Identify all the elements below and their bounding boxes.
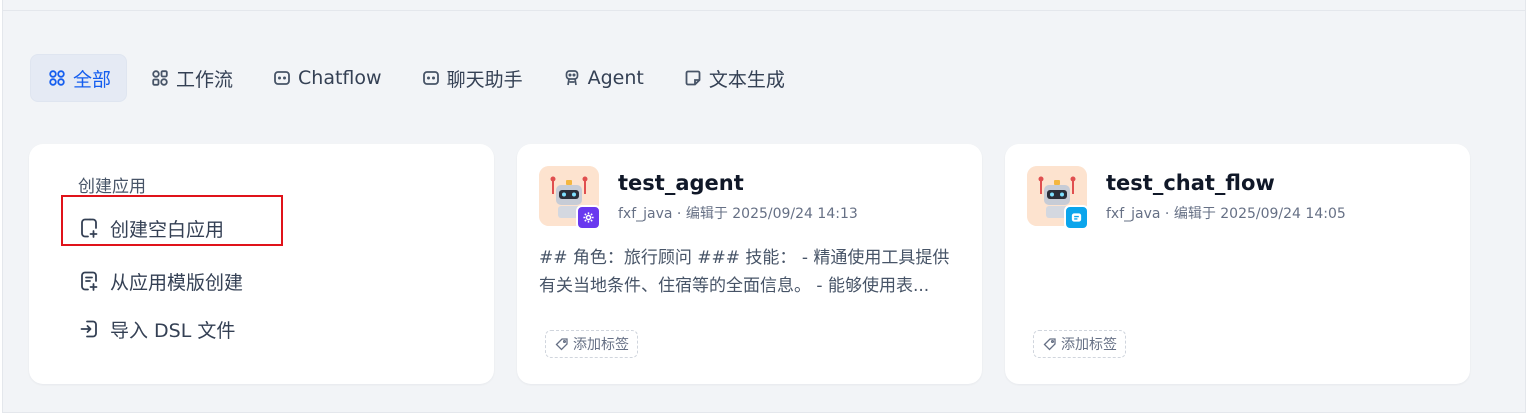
grid-icon bbox=[49, 70, 65, 86]
app-type-tabs: 全部 工作流 Chatflow 聊天助手 Agent 文本生成 bbox=[30, 54, 801, 102]
create-app-title: 创建应用 bbox=[78, 177, 146, 197]
add-tag-button[interactable]: 添加标签 bbox=[1033, 330, 1126, 358]
tab-chatflow[interactable]: Chatflow bbox=[255, 54, 398, 102]
tab-label: Chatflow bbox=[298, 67, 382, 89]
create-item-label: 导入 DSL 文件 bbox=[110, 319, 236, 342]
workflow-icon bbox=[152, 70, 168, 86]
create-app-card: 创建应用 创建空白应用 从应用模版创建 导入 DSL 文件 bbox=[29, 144, 494, 384]
tab-workflow[interactable]: 工作流 bbox=[133, 54, 249, 102]
tab-all[interactable]: 全部 bbox=[30, 54, 128, 102]
window-top-border bbox=[2, 0, 1526, 12]
tab-label: 全部 bbox=[73, 68, 112, 91]
tab-label: 文本生成 bbox=[708, 68, 785, 91]
agent-icon bbox=[565, 70, 578, 86]
app-name: test_chat_flow bbox=[1106, 171, 1275, 195]
add-tag-label: 添加标签 bbox=[1061, 337, 1117, 353]
app-description: ## 角色：旅行顾问 ### 技能： - 精通使用工具提供有关当地条件、住宿等的… bbox=[539, 248, 950, 296]
app-name: test_agent bbox=[618, 171, 744, 195]
app-card-test-agent[interactable]: test_agent fxf_java · 编辑于 2025/09/24 14:… bbox=[517, 144, 982, 384]
tab-text-generation[interactable]: 文本生成 bbox=[666, 54, 801, 102]
tag-icon bbox=[1043, 338, 1056, 351]
chat-assistant-icon bbox=[422, 71, 439, 85]
tag-icon bbox=[555, 338, 568, 351]
tab-label: 聊天助手 bbox=[446, 68, 523, 91]
text-generation-icon bbox=[685, 70, 701, 86]
create-from-template-button[interactable]: 从应用模版创建 bbox=[78, 261, 243, 301]
tab-label: Agent bbox=[587, 67, 644, 89]
import-dsl-button[interactable]: 导入 DSL 文件 bbox=[78, 309, 235, 349]
app-meta: fxf_java · 编辑于 2025/09/24 14:05 bbox=[1106, 206, 1346, 222]
highlight-box bbox=[61, 195, 283, 246]
chatflow-badge-icon bbox=[1064, 205, 1089, 230]
tab-chat-assistant[interactable]: 聊天助手 bbox=[404, 54, 539, 102]
add-tag-label: 添加标签 bbox=[573, 337, 629, 353]
tab-label: 工作流 bbox=[176, 68, 234, 91]
template-file-icon bbox=[81, 271, 98, 291]
create-item-label: 从应用模版创建 bbox=[110, 271, 244, 294]
app-meta: fxf_java · 编辑于 2025/09/24 14:13 bbox=[618, 206, 858, 222]
import-icon bbox=[80, 320, 97, 338]
add-tag-button[interactable]: 添加标签 bbox=[545, 330, 638, 358]
tab-agent[interactable]: Agent bbox=[545, 54, 660, 102]
chatflow-icon bbox=[274, 71, 290, 85]
agent-badge-icon bbox=[576, 205, 601, 230]
app-card-test-chat-flow[interactable]: test_chat_flow fxf_java · 编辑于 2025/09/24… bbox=[1005, 144, 1470, 384]
